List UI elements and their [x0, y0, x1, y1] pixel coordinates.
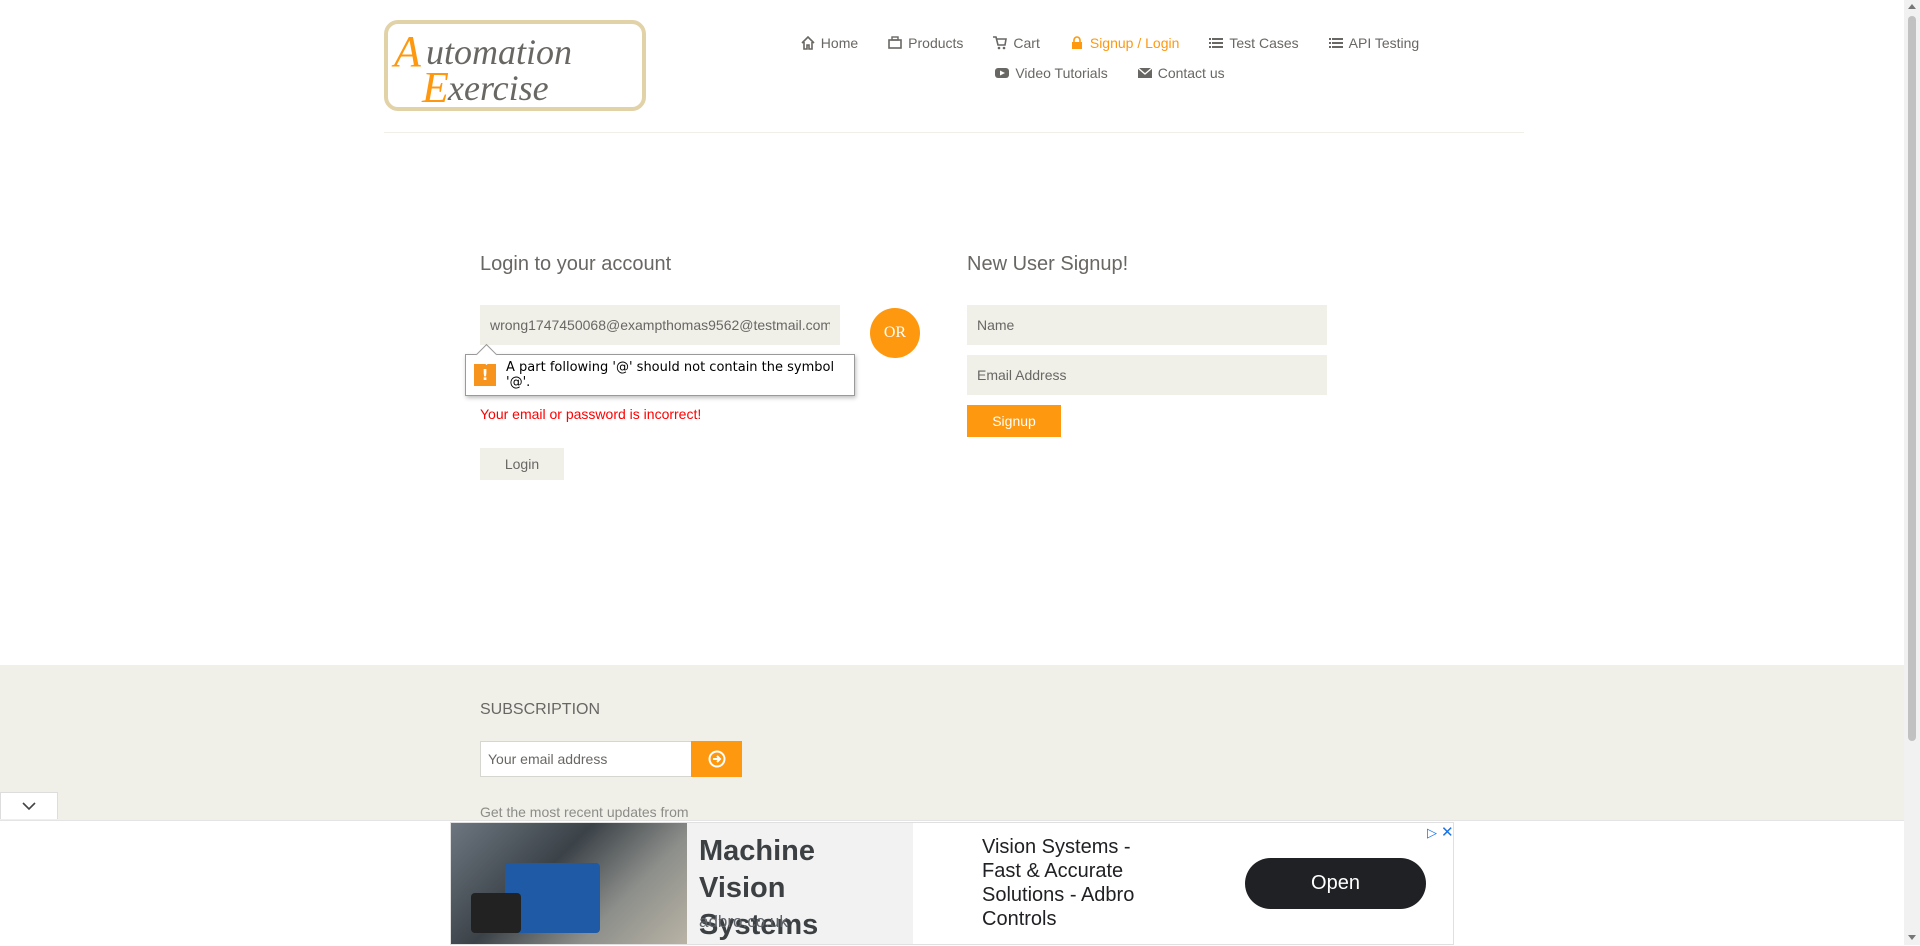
subscribe-button[interactable]	[691, 741, 742, 777]
chevron-down-icon	[22, 802, 36, 811]
validation-message: A part following '@' should not contain …	[506, 360, 835, 390]
ad-banner[interactable]: Machine Vision Systems adbro.co.uk Visio…	[450, 822, 1454, 945]
login-error-message: Your email or password is incorrect!	[480, 406, 702, 422]
login-button[interactable]: Login	[480, 448, 564, 480]
nav-label: Video Tutorials	[1015, 65, 1108, 81]
nav-label: Signup / Login	[1089, 35, 1180, 51]
ad-description[interactable]: Vision Systems - Fast & Accurate Solutio…	[982, 835, 1152, 931]
nav-home[interactable]: Home	[786, 35, 873, 51]
logo-initial-e: E	[421, 63, 449, 111]
nav-api-testing[interactable]: API Testing	[1314, 35, 1435, 51]
scroll-thumb[interactable]	[1908, 16, 1916, 741]
login-title: Login to your account	[480, 253, 672, 275]
ad-close-icon[interactable]: ✕	[1441, 823, 1454, 841]
warning-icon: !	[474, 364, 496, 386]
subscription-title: SUBSCRIPTION	[480, 701, 601, 718]
tooltip-arrow	[475, 343, 498, 366]
login-email-input[interactable]	[480, 305, 840, 345]
subscription-email-input[interactable]	[480, 741, 692, 777]
nav-video-tutorials[interactable]: Video Tutorials	[980, 65, 1122, 81]
nav-label: Home	[820, 35, 859, 51]
list-icon	[1209, 38, 1224, 48]
ad-domain[interactable]: adbro.co.uk	[699, 912, 788, 932]
ad-image[interactable]	[451, 823, 687, 944]
site-logo[interactable]: A utomation E xercise	[384, 20, 646, 112]
youtube-icon	[995, 68, 1010, 78]
signup-title: New User Signup!	[967, 253, 1129, 275]
main-nav: Home Products Cart Signup / Login Test Cases…	[760, 28, 1460, 88]
home-icon	[801, 36, 815, 50]
nav-test-cases[interactable]: Test Cases	[1194, 35, 1313, 51]
ad-headline-box[interactable]: Machine Vision Systems adbro.co.uk	[687, 823, 913, 944]
ad-open-button[interactable]: Open	[1245, 858, 1426, 909]
nav-label: Contact us	[1157, 65, 1225, 81]
nav-label: Cart	[1013, 35, 1040, 51]
adchoices-icon[interactable]: ▷	[1427, 825, 1437, 841]
site-header: A utomation E xercise Home Products Cart Si…	[0, 0, 1904, 134]
logo-initial-a: A	[391, 27, 422, 76]
nav-row-secondary: Video Tutorials Contact us	[760, 58, 1460, 88]
nav-label: Test Cases	[1229, 35, 1299, 51]
logo-word-2: xercise	[447, 68, 549, 108]
products-icon	[888, 36, 902, 49]
nav-row-primary: Home Products Cart Signup / Login Test Cases…	[760, 28, 1460, 58]
cart-icon	[993, 36, 1008, 50]
subscription-description: Get the most recent updates from	[480, 804, 689, 820]
scroll-down-arrow-icon[interactable]	[1908, 935, 1916, 940]
nav-cart[interactable]: Cart	[978, 35, 1054, 51]
vertical-scrollbar[interactable]	[1904, 0, 1920, 945]
ad-collapse-toggle[interactable]	[0, 792, 58, 819]
or-divider: OR	[870, 308, 920, 358]
arrow-circle-right-icon	[708, 750, 725, 768]
lock-icon	[1071, 36, 1082, 49]
camera-lens-shape	[471, 893, 521, 933]
validation-tooltip: ! A part following '@' should not contai…	[465, 343, 855, 396]
nav-label: Products	[908, 35, 964, 51]
list-icon	[1328, 38, 1343, 48]
signup-email-input[interactable]	[967, 355, 1327, 395]
nav-signup-login[interactable]: Signup / Login	[1055, 35, 1195, 51]
nav-label: API Testing	[1348, 35, 1420, 51]
scroll-up-arrow-icon[interactable]	[1908, 4, 1916, 9]
nav-products[interactable]: Products	[873, 35, 978, 51]
envelope-icon	[1137, 67, 1152, 78]
nav-contact-us[interactable]: Contact us	[1123, 65, 1240, 81]
signup-button[interactable]: Signup	[967, 405, 1061, 437]
header-divider	[384, 132, 1524, 133]
signup-name-input[interactable]	[967, 305, 1327, 345]
